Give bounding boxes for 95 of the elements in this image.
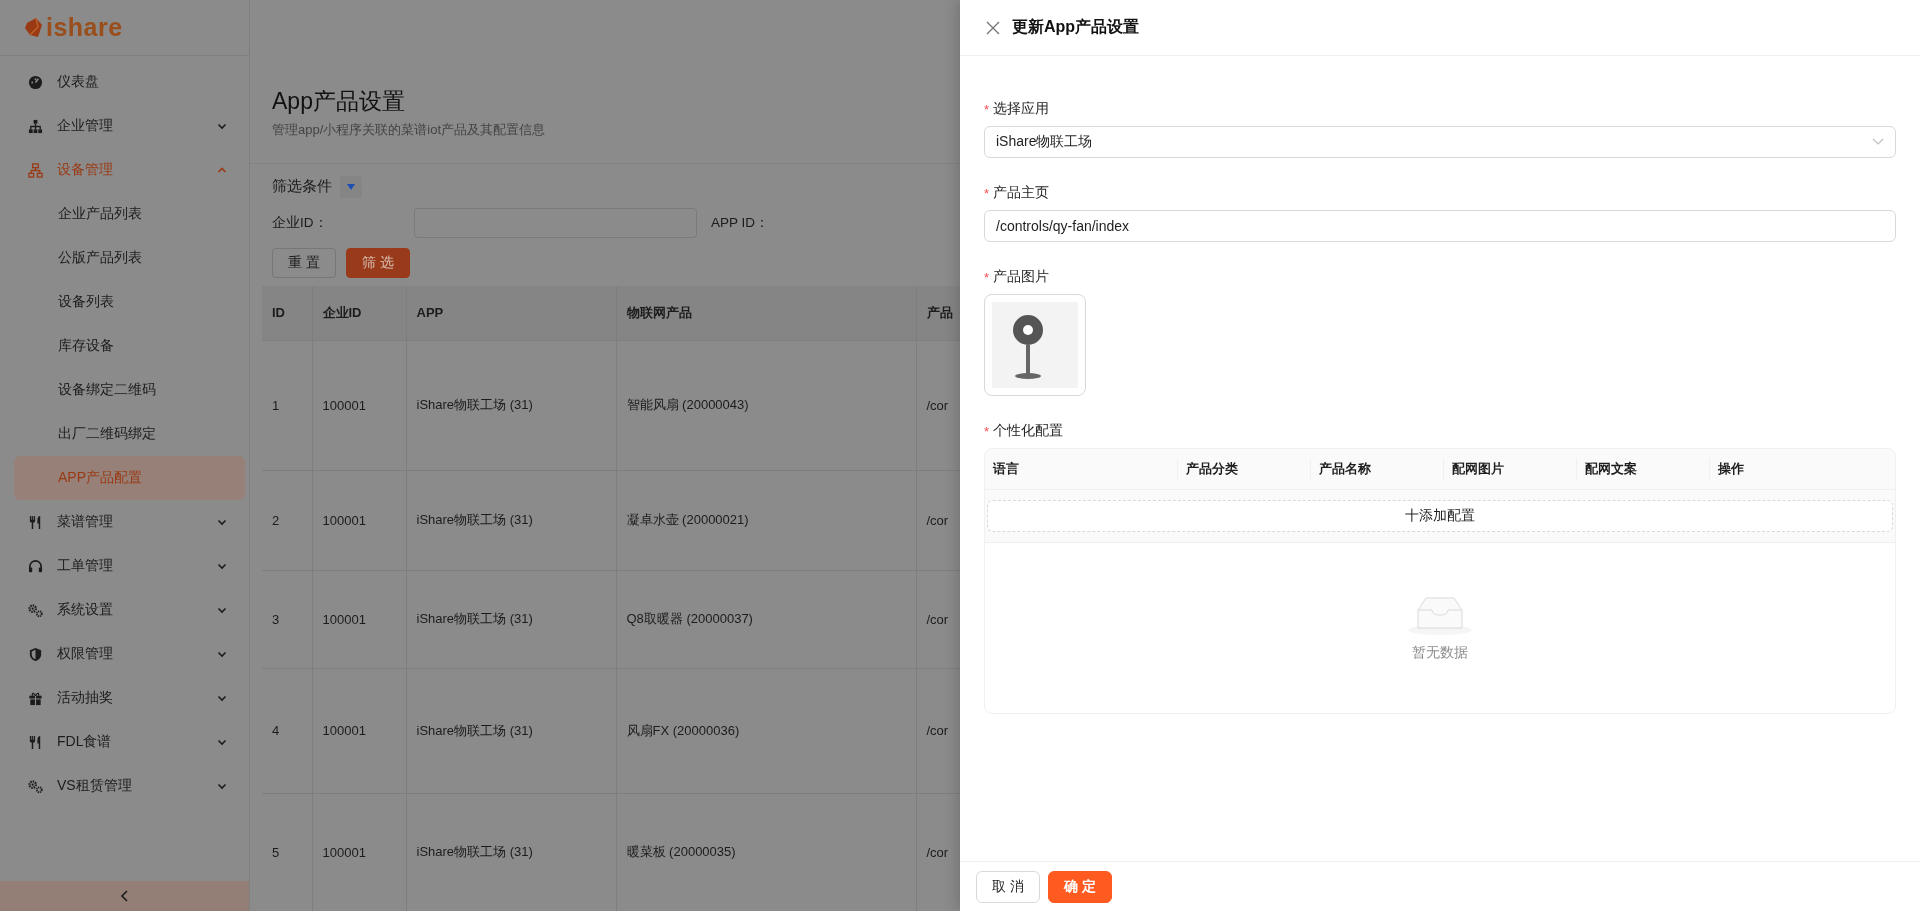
submenu-item[interactable]: 企业产品列表 xyxy=(0,192,249,236)
table-cell: iShare物联工场 (31) xyxy=(406,793,616,911)
column-header: ID xyxy=(262,285,312,340)
input-field[interactable]: /controls/qy-fan/index xyxy=(984,210,1896,242)
required-mark: * xyxy=(984,185,990,201)
page-title: App产品设置 xyxy=(272,87,406,116)
menu-item[interactable]: 仪表盘 xyxy=(0,60,249,104)
table-cell: 5 xyxy=(262,793,312,911)
chevron-icon xyxy=(217,649,227,659)
column-header: 配网图片 xyxy=(1443,458,1576,480)
table-cell: 智能风扇 (20000043) xyxy=(616,340,916,470)
table-cell: 3 xyxy=(262,570,312,668)
menu-item[interactable]: 企业管理 xyxy=(0,104,249,148)
required-mark: * xyxy=(984,269,990,285)
column-header: 物联网产品 xyxy=(616,285,916,340)
table-cell: iShare物联工场 (31) xyxy=(406,668,616,793)
table-cell: 100001 xyxy=(312,793,406,911)
column-header: 配网文案 xyxy=(1576,458,1709,480)
table-cell: iShare物联工场 (31) xyxy=(406,470,616,570)
filter-toggle[interactable] xyxy=(340,175,362,198)
column-header: 产品名称 xyxy=(1310,458,1443,480)
inbox-icon xyxy=(1408,594,1472,636)
chevron-icon xyxy=(217,737,227,747)
chevron-down-icon xyxy=(1872,138,1884,146)
required-mark: * xyxy=(984,101,990,117)
menu-item[interactable]: VS租赁管理 xyxy=(0,764,249,808)
add-config-button[interactable]: 十添加配置 xyxy=(987,500,1893,532)
column-header: 操作 xyxy=(1709,458,1895,480)
menu-item[interactable]: 活动抽奖 xyxy=(0,676,249,720)
column-header: 产品 xyxy=(916,285,960,340)
column-header: APP xyxy=(406,285,616,340)
menu-item[interactable]: 系统设置 xyxy=(0,588,249,632)
chevron-icon xyxy=(217,693,227,703)
cutlery-icon xyxy=(28,734,43,750)
required-mark: * xyxy=(984,423,990,439)
field-label: 产品主页 xyxy=(993,184,1050,202)
gears-icon xyxy=(28,778,43,794)
table-cell: iShare物联工场 (31) xyxy=(406,570,616,668)
chevron-icon xyxy=(217,561,227,571)
field-label: 选择应用 xyxy=(993,100,1050,118)
filter-label: 筛选条件 xyxy=(272,177,332,196)
gauge-icon xyxy=(28,74,43,90)
table-cell: 4 xyxy=(262,668,312,793)
caret-icon xyxy=(346,182,356,191)
cancel-button[interactable]: 取 消 xyxy=(976,870,1040,903)
table-cell: 风扇FX (20000036) xyxy=(616,668,916,793)
table-cell: 1 xyxy=(262,340,312,470)
gears-icon xyxy=(28,602,43,618)
network-icon xyxy=(28,162,43,178)
menu-item[interactable]: 菜谱管理 xyxy=(0,500,249,544)
field-label: 企业ID： xyxy=(272,213,329,232)
menu-item[interactable]: FDL食谱 xyxy=(0,720,249,764)
menu-item[interactable]: 工单管理 xyxy=(0,544,249,588)
cutlery-icon xyxy=(28,514,43,530)
page-subtitle: 管理app/小程序关联的菜谱iot产品及其配置信息 xyxy=(272,121,547,139)
submenu-item[interactable]: 公版产品列表 xyxy=(0,236,249,280)
column-header: 语言 xyxy=(991,460,1020,478)
chevron-icon xyxy=(217,781,227,791)
submenu-item[interactable]: 设备绑定二维码 xyxy=(0,368,249,412)
table-cell: 凝卓水壶 (20000021) xyxy=(616,470,916,570)
table-cell: 暖菜板 (20000035) xyxy=(616,793,916,911)
empty-text: 暂无数据 xyxy=(1412,644,1468,662)
field-label: 产品图片 xyxy=(993,268,1050,286)
submenu-item[interactable]: 库存设备 xyxy=(0,324,249,368)
gift-icon xyxy=(28,690,43,706)
chevron-icon xyxy=(217,605,227,615)
hierarchy-icon xyxy=(28,118,43,134)
table-cell: 100001 xyxy=(312,470,406,570)
table-cell: 100001 xyxy=(312,570,406,668)
chevron-icon xyxy=(217,517,227,527)
table-cell: 2 xyxy=(262,470,312,570)
chevron-icon xyxy=(217,165,227,175)
table-cell: Q8取暖器 (20000037) xyxy=(616,570,916,668)
headset-icon xyxy=(28,558,43,574)
column-header: 企业ID xyxy=(312,285,406,340)
shield-icon xyxy=(28,646,43,662)
table-cell: 100001 xyxy=(312,340,406,470)
field-label: APP ID： xyxy=(711,213,770,232)
app-select[interactable]: iShare物联工场 xyxy=(984,126,1896,158)
chevron-icon xyxy=(217,121,227,131)
table-cell: 100001 xyxy=(312,668,406,793)
column-header: 产品分类 xyxy=(1177,458,1310,480)
table-cell: iShare物联工场 (31) xyxy=(406,340,616,470)
logo-text: ishare xyxy=(46,13,123,42)
filter-button[interactable]: 筛 选 xyxy=(345,247,410,278)
submenu-item[interactable]: 出厂二维码绑定 xyxy=(0,412,249,456)
menu-item[interactable]: 权限管理 xyxy=(0,632,249,676)
field-label: 个性化配置 xyxy=(993,422,1064,440)
drawer-title: 更新App产品设置 xyxy=(1012,17,1140,37)
confirm-button[interactable]: 确 定 xyxy=(1047,870,1112,903)
reset-button[interactable]: 重 置 xyxy=(272,247,336,278)
chevron-left-icon xyxy=(119,890,130,902)
submenu-item[interactable]: 设备列表 xyxy=(0,280,249,324)
image-upload[interactable] xyxy=(984,294,1086,396)
logo-icon xyxy=(24,16,44,39)
